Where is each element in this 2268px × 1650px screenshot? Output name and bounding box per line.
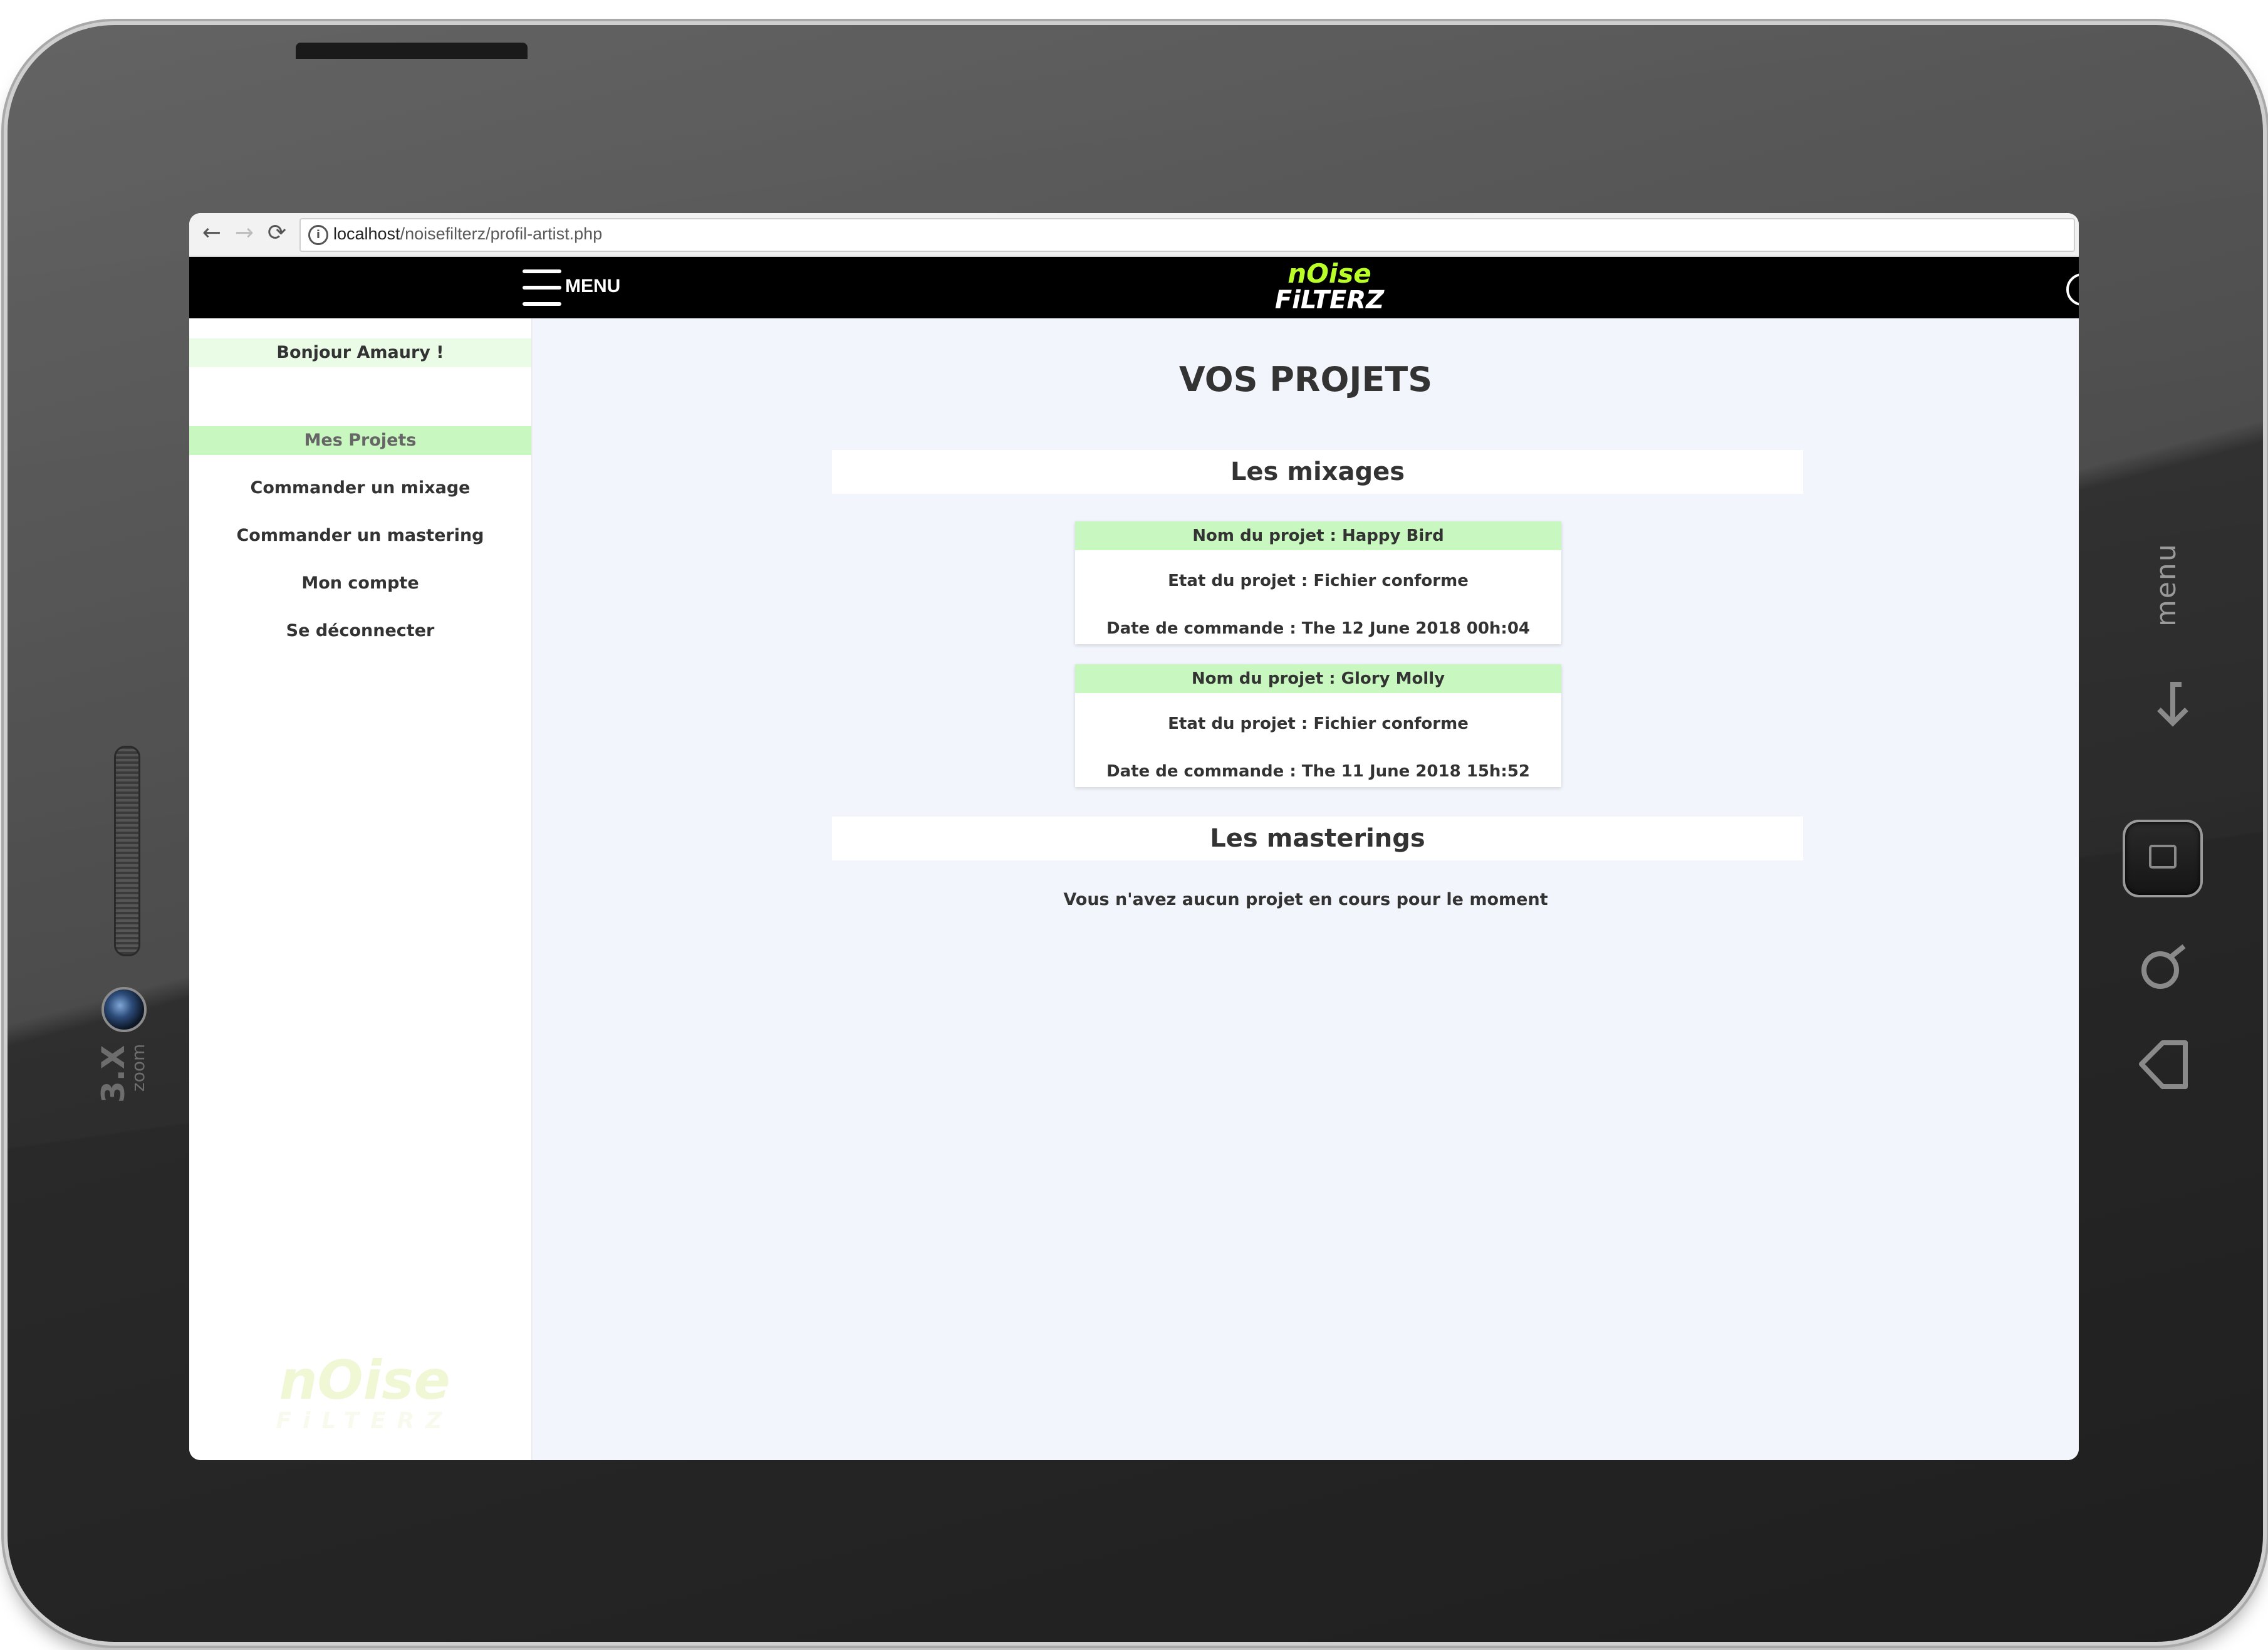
main-content: VOS PROJETS Les mixages Nom du projet : … xyxy=(533,318,2079,1460)
logo-text-top: nOise xyxy=(1287,258,1371,289)
watermark-text-bottom: FiLTERZ xyxy=(276,1408,454,1434)
zoom-value: 3.X xyxy=(95,1045,132,1103)
menu-button-label[interactable]: MENU xyxy=(565,276,620,297)
url-host: localhost xyxy=(333,224,400,243)
logo-text-bottom: FiLTERZ xyxy=(1274,286,1385,315)
camera-lens xyxy=(101,987,147,1032)
reload-icon[interactable]: ⟳ xyxy=(263,219,291,247)
sidebar-item-mon-compte[interactable]: Mon compte xyxy=(189,569,531,598)
project-name: Nom du projet : Happy Bird xyxy=(1075,521,1561,550)
project-card[interactable]: Nom du projet : Glory Molly Etat du proj… xyxy=(1075,664,1561,787)
speaker-grille xyxy=(114,746,140,956)
power-button[interactable] xyxy=(296,43,528,59)
hardware-back-return-icon[interactable] xyxy=(2138,677,2194,733)
back-arrow-icon[interactable]: ← xyxy=(198,219,226,247)
masterings-heading: Les masterings xyxy=(832,817,1803,860)
hardware-back-arrow-icon[interactable] xyxy=(2135,1034,2192,1097)
browser-toolbar: ← → ⟳ i localhost/noisefilterz/profil-ar… xyxy=(189,213,2079,257)
sidebar-item-commander-mixage[interactable]: Commander un mixage xyxy=(189,474,531,503)
project-card[interactable]: Nom du projet : Happy Bird Etat du proje… xyxy=(1075,521,1561,644)
project-name: Nom du projet : Glory Molly xyxy=(1075,664,1561,693)
hardware-home-button[interactable] xyxy=(2123,820,2203,897)
project-state: Etat du projet : Fichier conforme xyxy=(1168,572,1469,590)
site-logo[interactable]: nOise FiLTERZ xyxy=(1273,261,1386,317)
home-square-icon xyxy=(2149,845,2177,869)
project-state: Etat du projet : Fichier conforme xyxy=(1168,714,1469,733)
sidebar-item-mes-projets[interactable]: Mes Projets xyxy=(189,426,531,455)
url-text: localhost/noisefilterz/profil-artist.php xyxy=(333,224,602,244)
hardware-menu-label: menu xyxy=(2150,543,2232,627)
user-circle-icon[interactable] xyxy=(2066,273,2079,306)
forward-arrow-icon[interactable]: → xyxy=(231,219,258,247)
zoom-caption: zoom xyxy=(128,1043,148,1092)
url-path: /noisefilterz/profil-artist.php xyxy=(400,224,603,243)
hamburger-menu-icon[interactable] xyxy=(523,269,561,306)
address-bar[interactable]: i localhost/noisefilterz/profil-artist.p… xyxy=(299,218,2075,252)
site-header: MENU nOise FiLTERZ xyxy=(189,257,2079,318)
sidebar-watermark-logo: nOise FiLTERZ xyxy=(271,1352,459,1440)
mixages-heading: Les mixages xyxy=(832,450,1803,494)
project-date: Date de commande : The 11 June 2018 15h:… xyxy=(1106,762,1531,781)
project-date: Date de commande : The 12 June 2018 00h:… xyxy=(1106,619,1531,638)
greeting-text: Bonjour Amaury ! xyxy=(189,338,531,367)
watermark-text-top: nOise xyxy=(279,1349,450,1412)
page-title: VOS PROJETS xyxy=(1178,360,1433,399)
zoom-badge: 3.X zoom xyxy=(95,1034,158,1109)
sidebar-item-commander-mastering[interactable]: Commander un mastering xyxy=(189,521,531,550)
info-icon[interactable]: i xyxy=(308,225,328,245)
sidebar-item-se-deconnecter[interactable]: Se déconnecter xyxy=(189,617,531,645)
hardware-search-icon[interactable] xyxy=(2135,940,2192,996)
masterings-empty-message: Vous n'avez aucun projet en cours pour l… xyxy=(1063,890,1548,909)
browser-window: ← → ⟳ i localhost/noisefilterz/profil-ar… xyxy=(189,213,2079,1460)
sidebar: Bonjour Amaury ! Mes Projets Commander u… xyxy=(189,318,533,1460)
